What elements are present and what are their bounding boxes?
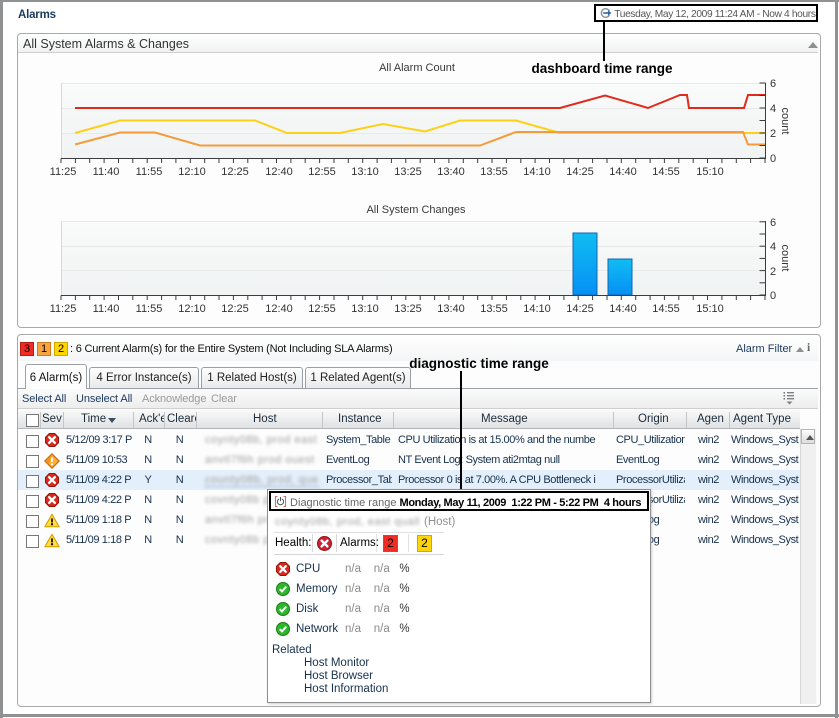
svg-text:11:25: 11:25: [50, 166, 77, 178]
svg-text:13:25: 13:25: [394, 303, 422, 315]
svg-text:12:40: 12:40: [265, 166, 293, 178]
svg-text:13:10: 13:10: [351, 166, 379, 178]
svg-text:14:40: 14:40: [609, 303, 637, 315]
svg-text:12:55: 12:55: [308, 166, 336, 178]
svg-text:14:25: 14:25: [566, 166, 594, 178]
svg-text:0: 0: [770, 153, 776, 165]
svg-text:2: 2: [770, 128, 776, 140]
svg-text:count: count: [779, 108, 791, 135]
svg-text:count: count: [779, 245, 791, 272]
svg-text:14:55: 14:55: [652, 303, 680, 315]
svg-text:11:40: 11:40: [93, 303, 120, 315]
svg-text:14:55: 14:55: [652, 166, 680, 178]
svg-text:15:10: 15:10: [696, 303, 724, 315]
svg-text:11:25: 11:25: [50, 303, 77, 315]
svg-text:All Alarm Count: All Alarm Count: [379, 62, 455, 74]
svg-text:14:10: 14:10: [523, 303, 551, 315]
svg-text:14:40: 14:40: [609, 166, 637, 178]
svg-text:11:55: 11:55: [136, 166, 163, 178]
svg-text:13:55: 13:55: [480, 303, 508, 315]
svg-text:11:40: 11:40: [93, 166, 120, 178]
svg-text:12:10: 12:10: [178, 303, 206, 315]
svg-text:4: 4: [770, 241, 776, 253]
svg-text:4: 4: [770, 103, 776, 115]
svg-text:12:55: 12:55: [308, 303, 336, 315]
svg-text:13:55: 13:55: [480, 166, 508, 178]
svg-text:12:25: 12:25: [221, 303, 249, 315]
svg-text:14:10: 14:10: [523, 166, 551, 178]
svg-text:12:40: 12:40: [265, 303, 293, 315]
svg-text:2: 2: [770, 266, 776, 278]
svg-text:13:25: 13:25: [394, 166, 422, 178]
svg-text:13:40: 13:40: [437, 166, 465, 178]
svg-text:15:10: 15:10: [696, 166, 724, 178]
svg-text:12:25: 12:25: [221, 166, 249, 178]
svg-text:6: 6: [770, 78, 776, 90]
svg-text:14:25: 14:25: [566, 303, 594, 315]
svg-text:12:10: 12:10: [178, 166, 206, 178]
svg-text:6: 6: [770, 217, 776, 229]
svg-text:All System Changes: All System Changes: [366, 204, 466, 216]
svg-text:11:55: 11:55: [136, 303, 163, 315]
svg-text:13:10: 13:10: [351, 303, 379, 315]
svg-text:13:40: 13:40: [437, 303, 465, 315]
svg-text:0: 0: [770, 290, 776, 302]
